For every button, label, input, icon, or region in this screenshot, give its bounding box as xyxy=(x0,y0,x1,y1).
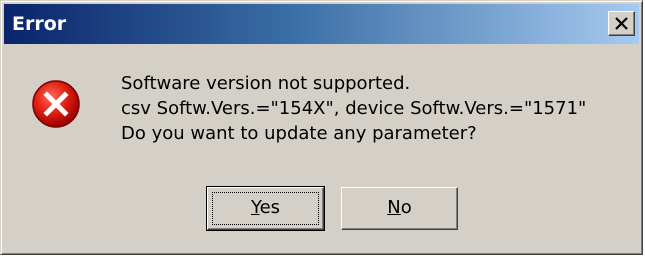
yes-button[interactable]: Yes xyxy=(206,186,325,231)
title-bar[interactable]: Error xyxy=(4,4,639,44)
message-line-3: Do you want to update any parameter? xyxy=(121,123,477,144)
message-line-1: Software version not supported. xyxy=(121,73,411,94)
error-dialog: Error Software version not supported. cs… xyxy=(0,0,643,255)
yes-button-accel: Y xyxy=(250,197,260,218)
close-button[interactable] xyxy=(608,11,635,36)
close-icon xyxy=(615,17,628,30)
window-title: Error xyxy=(12,13,67,35)
no-button-accel: N xyxy=(387,197,401,218)
message-text: Software version not supported. csv Soft… xyxy=(121,71,586,146)
no-button[interactable]: No xyxy=(341,187,458,230)
yes-button-label-rest: es xyxy=(259,197,281,218)
no-button-label-rest: o xyxy=(400,197,412,218)
yes-button-label: Yes xyxy=(251,197,280,218)
message-line-2: csv Softw.Vers.="154X", device Softw.Ver… xyxy=(121,98,587,119)
no-button-label: No xyxy=(387,197,411,218)
error-icon xyxy=(32,80,80,128)
